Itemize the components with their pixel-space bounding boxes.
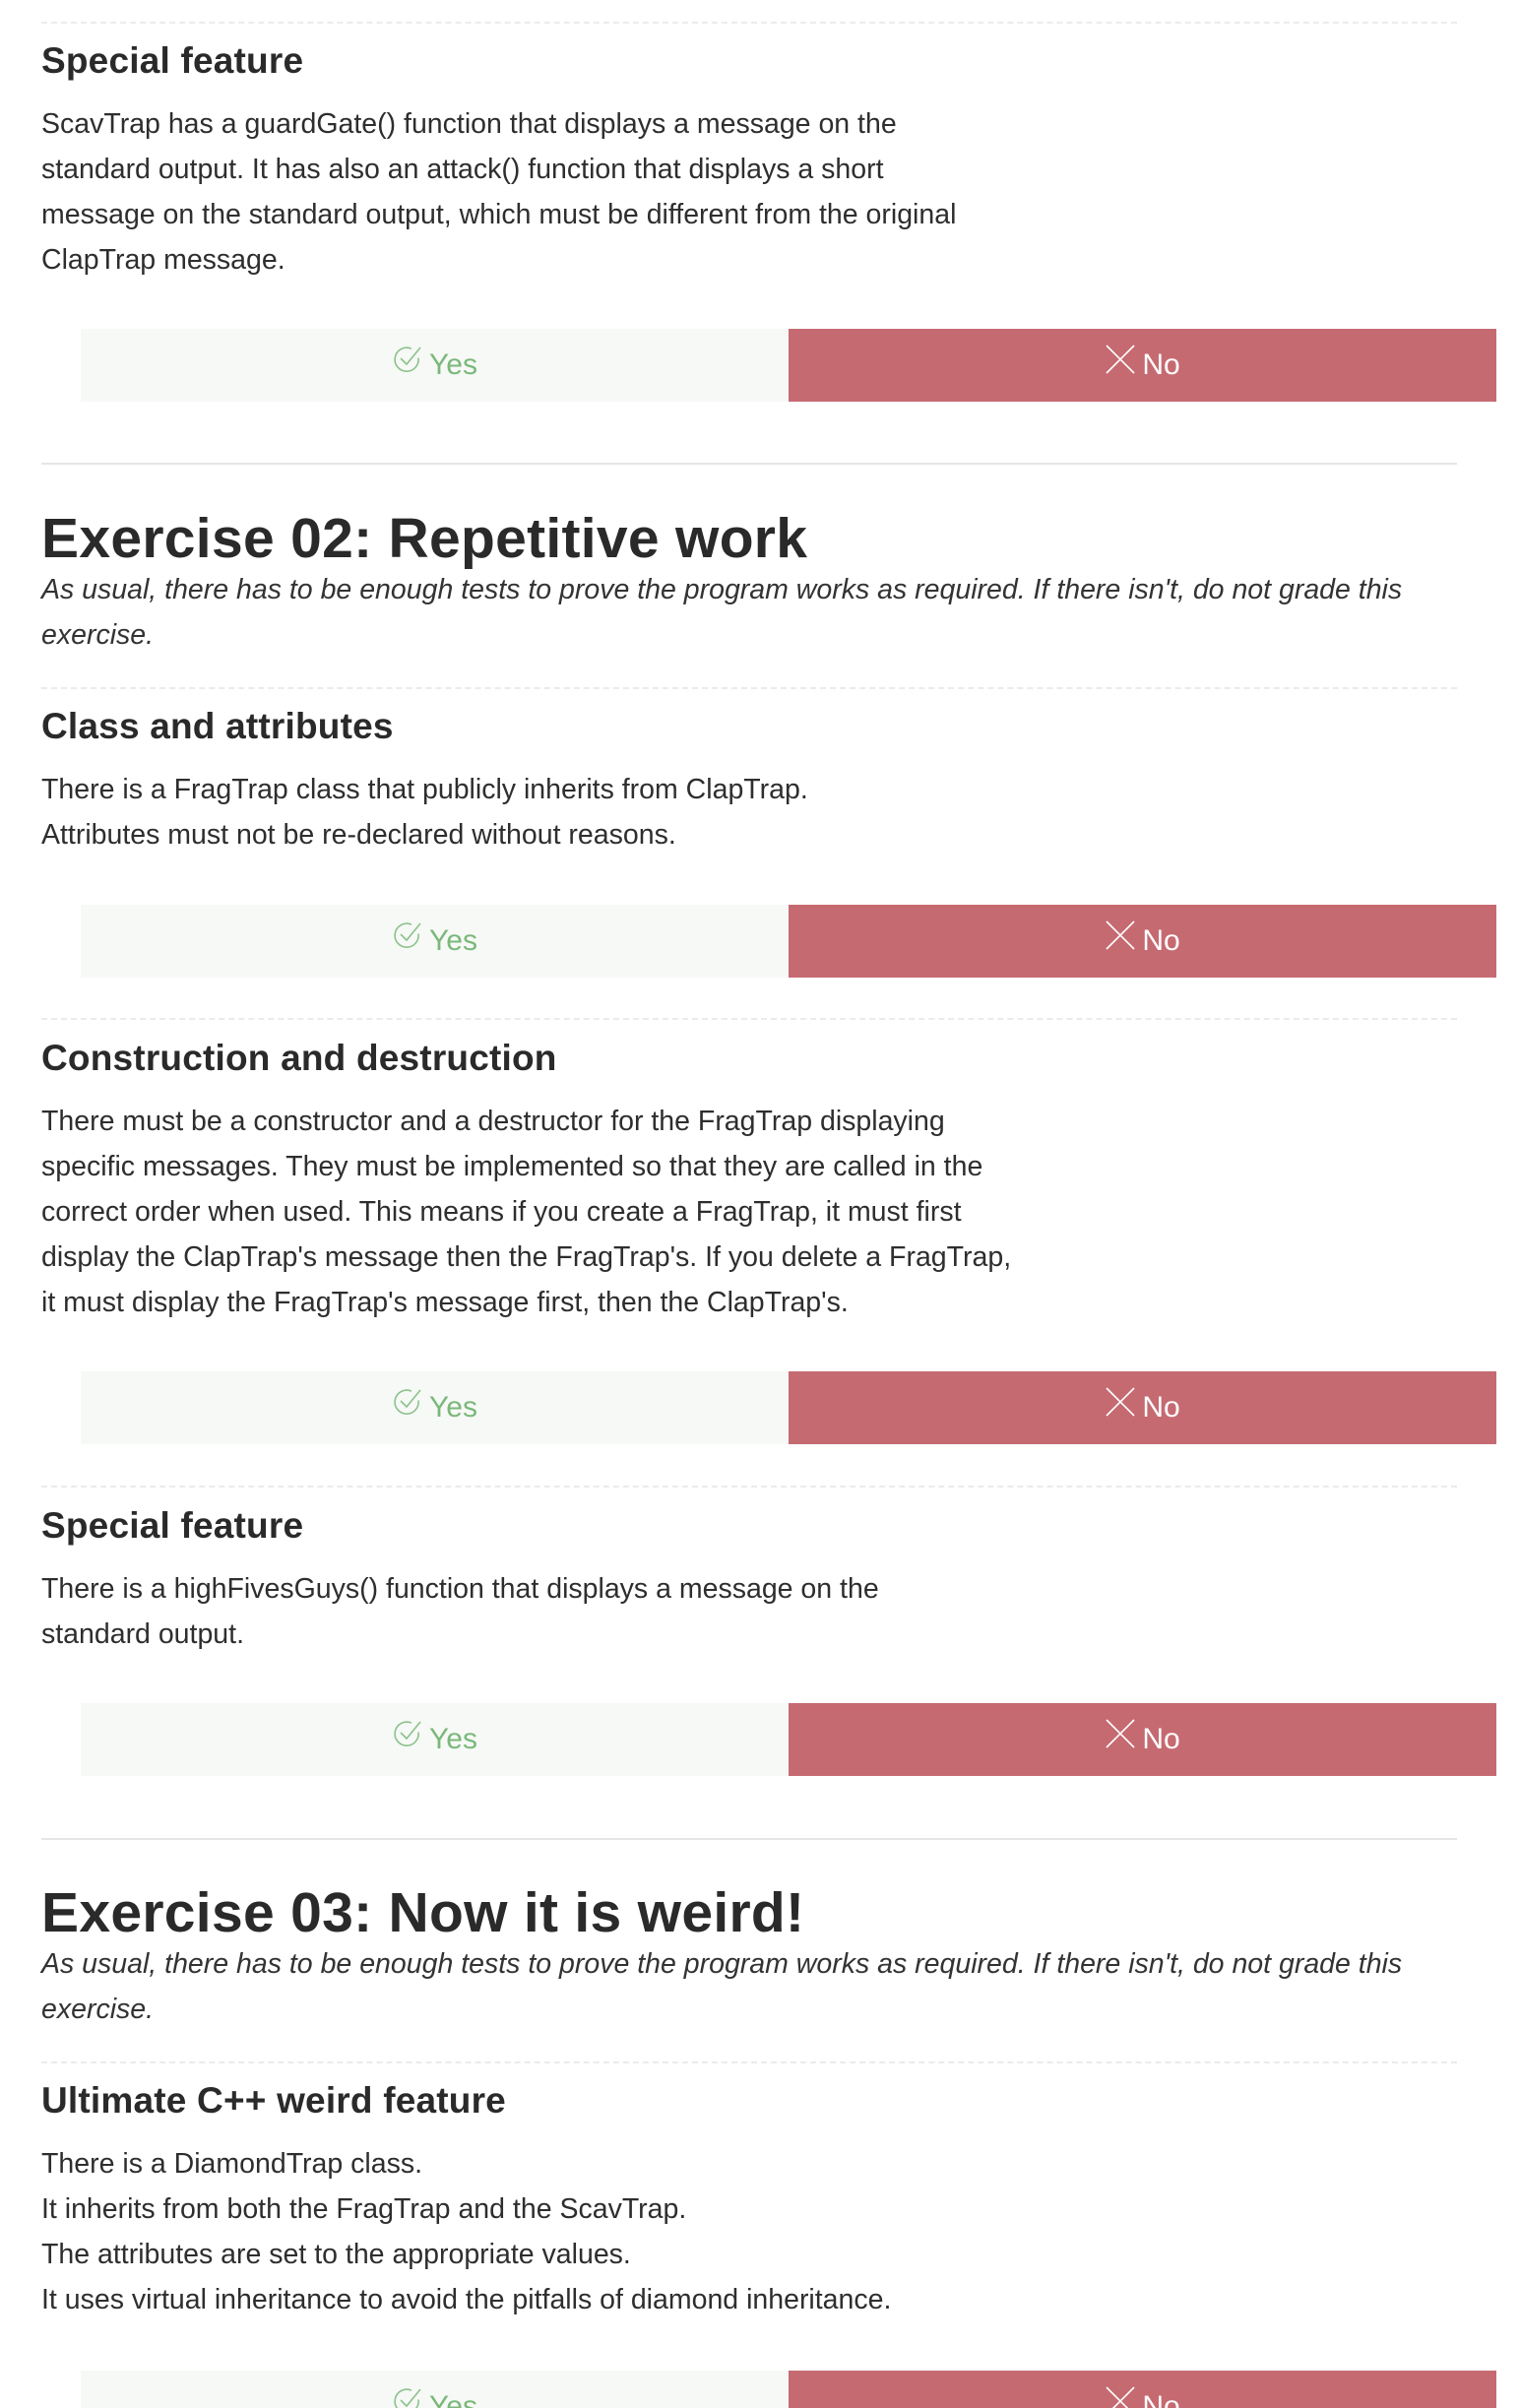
divider (41, 687, 1457, 689)
no-label: No (1142, 2390, 1180, 2408)
no-button[interactable]: No (789, 1371, 1496, 1444)
criterion-class-and-attributes: Class and attributes There is a FragTrap… (41, 705, 1457, 857)
check-circle-icon (394, 922, 421, 948)
check-circle-icon (394, 1389, 421, 1415)
divider (41, 1018, 1457, 1020)
description-line: It inherits from both the FragTrap and t… (41, 2193, 687, 2225)
exercise-divider (41, 1838, 1457, 1840)
description-line: message on the standard output, which mu… (41, 199, 957, 230)
no-button[interactable]: No (789, 905, 1496, 978)
description-line: correct order when used. This means if y… (41, 1196, 962, 1228)
criterion-title: Construction and destruction (41, 1038, 557, 1078)
yes-button[interactable]: Yes (81, 2371, 789, 2408)
x-icon (1106, 345, 1135, 374)
exercise-title: Exercise 03: Now it is weird! (41, 1881, 805, 1944)
yes-button[interactable]: Yes (81, 1371, 789, 1444)
yes-no-toggle: Yes No (81, 905, 1496, 978)
yes-label: Yes (429, 1391, 477, 1424)
yes-label: Yes (429, 349, 477, 381)
yes-no-toggle: Yes No (81, 2371, 1496, 2408)
criterion-description: There is a FragTrap class that publicly … (41, 767, 1457, 857)
criterion-description: There is a highFivesGuys() function that… (41, 1566, 1457, 1657)
no-label: No (1142, 1723, 1180, 1755)
x-icon (1106, 920, 1135, 950)
check-circle-icon (394, 1721, 421, 1746)
yes-label: Yes (429, 924, 477, 957)
description-line: standard output. (41, 1618, 244, 1650)
no-button[interactable]: No (789, 2371, 1496, 2408)
exercise-intro: As usual, there has to be enough tests t… (41, 574, 1403, 651)
no-button[interactable]: No (789, 329, 1496, 402)
yes-button[interactable]: Yes (81, 329, 789, 402)
criterion-special-feature-fragtrap: Special feature There is a highFivesGuys… (41, 1504, 1457, 1657)
check-circle-icon (394, 2388, 421, 2408)
criterion-description: There must be a constructor and a destru… (41, 1099, 1457, 1325)
criterion-ultimate-weird-feature: Ultimate C++ weird feature There is a Di… (41, 2079, 1457, 2322)
criterion-construction-and-destruction: Construction and destruction There must … (41, 1037, 1457, 1325)
exercise-03-header: Exercise 03: Now it is weird! As usual, … (41, 1880, 1457, 2032)
exercise-intro: As usual, there has to be enough tests t… (41, 1948, 1403, 2025)
criterion-title: Special feature (41, 1505, 304, 1546)
x-icon (1106, 2386, 1135, 2408)
no-label: No (1142, 1391, 1180, 1424)
criterion-description: There is a DiamondTrap class. It inherit… (41, 2141, 1457, 2322)
description-line: There must be a constructor and a destru… (41, 1106, 945, 1137)
criterion-description: ScavTrap has a guardGate() function that… (41, 101, 1457, 283)
yes-button[interactable]: Yes (81, 1703, 789, 1776)
yes-no-toggle: Yes No (81, 329, 1496, 402)
exercise-divider (41, 463, 1457, 465)
no-label: No (1142, 924, 1180, 957)
description-line: There is a highFivesGuys() function that… (41, 1573, 879, 1605)
yes-no-toggle: Yes No (81, 1703, 1496, 1776)
x-icon (1106, 1719, 1135, 1748)
yes-button[interactable]: Yes (81, 905, 789, 978)
description-line: standard output. It has also an attack()… (41, 154, 884, 185)
description-line: ScavTrap has a guardGate() function that… (41, 108, 897, 140)
divider (41, 1486, 1457, 1488)
check-circle-icon (394, 347, 421, 372)
criterion-title: Ultimate C++ weird feature (41, 2080, 506, 2121)
description-line: It uses virtual inheritance to avoid the… (41, 2284, 892, 2315)
description-line: There is a FragTrap class that publicly … (41, 774, 808, 805)
description-line: The attributes are set to the appropriat… (41, 2239, 631, 2270)
yes-label: Yes (429, 1723, 477, 1755)
criterion-title: Class and attributes (41, 706, 394, 746)
criterion-special-feature-scavtrap: Special feature ScavTrap has a guardGate… (41, 39, 1457, 283)
divider (41, 22, 1457, 24)
criterion-title: Special feature (41, 40, 304, 81)
description-line: There is a DiamondTrap class. (41, 2148, 423, 2180)
exercise-02-header: Exercise 02: Repetitive work As usual, t… (41, 506, 1457, 658)
description-line: it must display the FragTrap's message f… (41, 1287, 849, 1318)
x-icon (1106, 1387, 1135, 1417)
yes-label: Yes (429, 2390, 477, 2408)
description-line: display the ClapTrap's message then the … (41, 1241, 1012, 1273)
divider (41, 2061, 1457, 2063)
no-label: No (1142, 349, 1180, 381)
no-button[interactable]: No (789, 1703, 1496, 1776)
exercise-title: Exercise 02: Repetitive work (41, 507, 808, 570)
description-line: specific messages. They must be implemen… (41, 1151, 983, 1182)
description-line: ClapTrap message. (41, 244, 285, 276)
yes-no-toggle: Yes No (81, 1371, 1496, 1444)
description-line: Attributes must not be re-declared witho… (41, 819, 676, 851)
